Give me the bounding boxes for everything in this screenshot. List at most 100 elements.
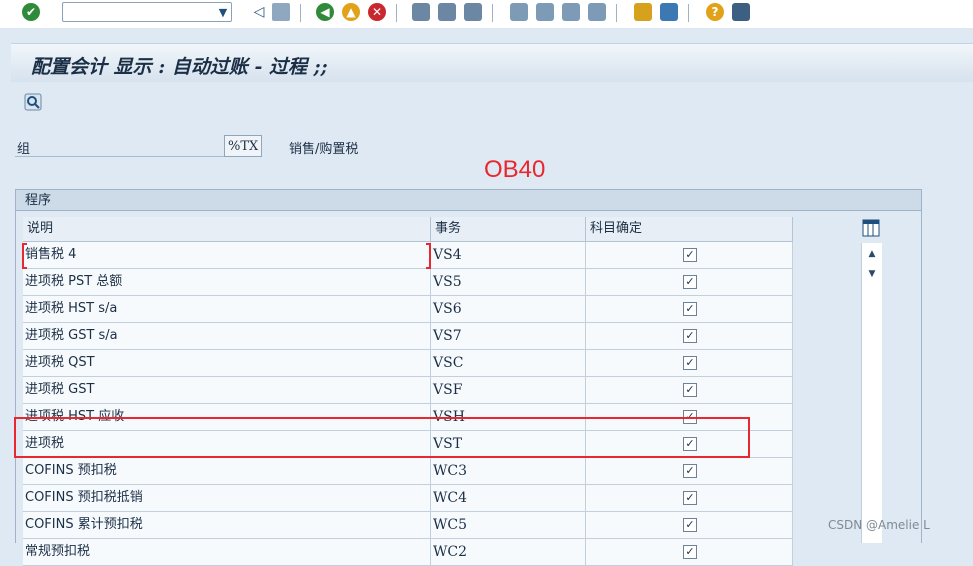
table-row[interactable]: 进项税 QST VSC ✓	[23, 350, 793, 377]
help-icon[interactable]: ?	[706, 3, 724, 21]
command-field[interactable]	[62, 2, 232, 22]
group-label-underline	[15, 156, 225, 157]
account-determination-checkbox[interactable]: ✓	[683, 329, 697, 343]
table-header: 说明 事务 科目确定	[23, 217, 793, 242]
cell-description: COFINS 预扣税抵销	[23, 485, 431, 511]
account-determination-checkbox[interactable]: ✓	[683, 491, 697, 505]
system-toolbar: ✔ ▼ ◁ ◀ ▲ ✕ ?	[0, 0, 973, 28]
cell-description: COFINS 预扣税	[23, 458, 431, 484]
last-page-icon[interactable]	[588, 3, 606, 21]
column-header-transaction[interactable]: 事务	[431, 217, 586, 241]
save-icon[interactable]	[272, 3, 290, 21]
table-row[interactable]: 进项税 GST s/a VS7 ✓	[23, 323, 793, 350]
application-toolbar	[11, 83, 973, 119]
enter-icon[interactable]: ✔	[22, 3, 40, 21]
table-body: 销售税 4 VS4 ✓ 进项税 PST 总额 VS5 ✓ 进项税 HST s/a VS6 ✓ 进项…	[23, 242, 793, 566]
procedures-table: 说明 事务 科目确定 销售税 4 VS4 ✓ 进项税 PST 总额 VS5 ✓ 进项税 HS…	[23, 217, 793, 566]
cell-description: 进项税 GST s/a	[23, 323, 431, 349]
cell-transaction: VSC	[431, 350, 586, 376]
toolbar-separator	[492, 4, 493, 22]
exit-icon[interactable]: ▲	[342, 3, 360, 21]
vertical-scrollbar[interactable]: ▲ ▼	[861, 243, 882, 543]
cell-transaction: VS5	[431, 269, 586, 295]
print-icon[interactable]	[412, 3, 430, 21]
cell-transaction: VS4	[431, 242, 586, 268]
column-header-description[interactable]: 说明	[23, 217, 431, 241]
new-session-icon[interactable]	[634, 3, 652, 21]
cell-description: 进项税 HST 应收	[23, 404, 431, 430]
cancel-icon[interactable]: ✕	[368, 3, 386, 21]
cell-account-determination: ✓	[586, 512, 793, 538]
group-field[interactable]: %TX	[224, 135, 262, 157]
cell-account-determination: ✓	[586, 377, 793, 403]
cell-focus-marker	[426, 243, 431, 269]
scroll-down-icon[interactable]: ▼	[862, 267, 882, 281]
cell-description: 进项税 QST	[23, 350, 431, 376]
watermark: CSDN @Amelie L	[828, 518, 930, 532]
account-determination-checkbox[interactable]: ✓	[683, 275, 697, 289]
customize-icon[interactable]	[732, 3, 750, 21]
table-row[interactable]: 常规预扣税 WC2 ✓	[23, 539, 793, 566]
group-description: 销售/购置税	[289, 142, 359, 157]
table-row[interactable]: COFINS 累计预扣税 WC5 ✓	[23, 512, 793, 539]
cell-account-determination: ✓	[586, 404, 793, 430]
cell-description: 进项税 HST s/a	[23, 296, 431, 322]
back-nav-icon[interactable]: ◀	[316, 3, 334, 21]
toolbar-separator	[616, 4, 617, 22]
search-icon[interactable]	[24, 93, 42, 111]
account-determination-checkbox[interactable]: ✓	[683, 248, 697, 262]
page-title: 配置会计 显示 : 自动过账 - 过程 ;;	[31, 56, 328, 78]
toolbar-separator	[300, 4, 301, 22]
table-settings-icon[interactable]	[862, 219, 880, 237]
cell-account-determination: ✓	[586, 350, 793, 376]
prev-page-icon[interactable]	[536, 3, 554, 21]
shortcut-icon[interactable]	[660, 3, 678, 21]
cell-description: 销售税 4	[23, 242, 431, 268]
table-row[interactable]: 销售税 4 VS4 ✓	[23, 242, 793, 269]
annotation-label: OB40	[484, 156, 546, 183]
account-determination-checkbox[interactable]: ✓	[683, 410, 697, 424]
cell-focus-marker	[22, 243, 27, 269]
next-page-icon[interactable]	[562, 3, 580, 21]
group-label: 组	[17, 142, 31, 157]
section-title: 程序	[16, 190, 921, 211]
title-bar: 配置会计 显示 : 自动过账 - 过程 ;;	[11, 43, 973, 82]
account-determination-checkbox[interactable]: ✓	[683, 518, 697, 532]
toolbar-separator	[688, 4, 689, 22]
table-row[interactable]: 进项税 VST ✓	[23, 431, 793, 458]
account-determination-checkbox[interactable]: ✓	[683, 383, 697, 397]
account-determination-checkbox[interactable]: ✓	[683, 437, 697, 451]
back-icon[interactable]: ◁	[250, 3, 268, 21]
first-page-icon[interactable]	[510, 3, 528, 21]
cell-account-determination: ✓	[586, 269, 793, 295]
table-row[interactable]: 进项税 HST s/a VS6 ✓	[23, 296, 793, 323]
cell-transaction: VST	[431, 431, 586, 457]
table-row[interactable]: COFINS 预扣税 WC3 ✓	[23, 458, 793, 485]
cell-description: 进项税 GST	[23, 377, 431, 403]
account-determination-checkbox[interactable]: ✓	[683, 302, 697, 316]
cell-account-determination: ✓	[586, 296, 793, 322]
cell-account-determination: ✓	[586, 242, 793, 268]
table-row[interactable]: 进项税 GST VSF ✓	[23, 377, 793, 404]
account-determination-checkbox[interactable]: ✓	[683, 464, 697, 478]
find-next-icon[interactable]	[464, 3, 482, 21]
cell-transaction: VSH	[431, 404, 586, 430]
cell-description: COFINS 累计预扣税	[23, 512, 431, 538]
cell-account-determination: ✓	[586, 485, 793, 511]
cell-account-determination: ✓	[586, 431, 793, 457]
cell-transaction: WC3	[431, 458, 586, 484]
account-determination-checkbox[interactable]: ✓	[683, 356, 697, 370]
cell-description: 进项税	[23, 431, 431, 457]
table-row[interactable]: 进项税 HST 应收 VSH ✓	[23, 404, 793, 431]
account-determination-checkbox[interactable]: ✓	[683, 545, 697, 559]
cell-transaction: WC5	[431, 512, 586, 538]
column-header-account-determination[interactable]: 科目确定	[586, 217, 793, 241]
cell-transaction: WC4	[431, 485, 586, 511]
table-row[interactable]: 进项税 PST 总额 VS5 ✓	[23, 269, 793, 296]
find-icon[interactable]	[438, 3, 456, 21]
command-dropdown-icon[interactable]: ▼	[214, 2, 232, 22]
scroll-up-icon[interactable]: ▲	[862, 247, 882, 261]
cell-description: 进项税 PST 总额	[23, 269, 431, 295]
table-row[interactable]: COFINS 预扣税抵销 WC4 ✓	[23, 485, 793, 512]
cell-transaction: VSF	[431, 377, 586, 403]
